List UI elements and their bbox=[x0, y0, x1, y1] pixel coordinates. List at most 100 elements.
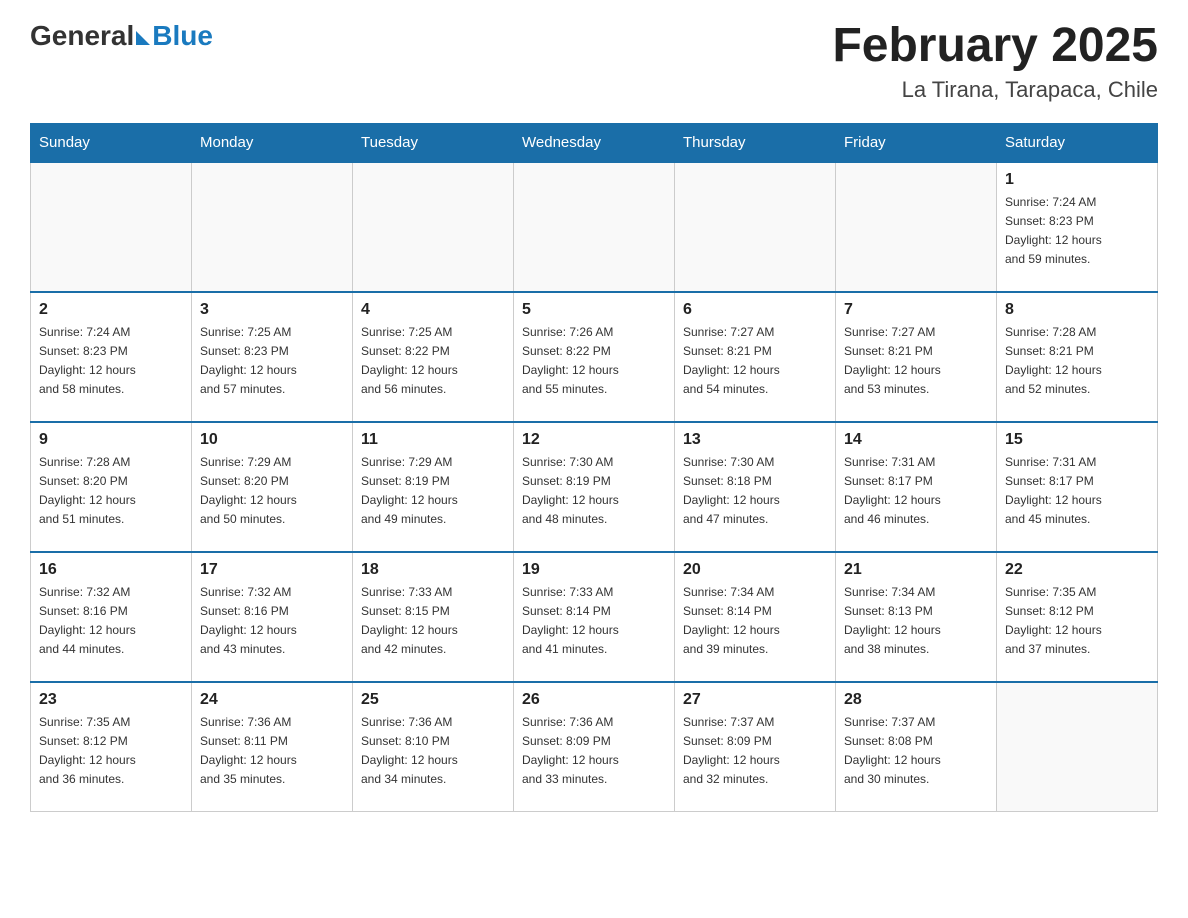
calendar-cell bbox=[997, 682, 1158, 812]
calendar-cell: 20 Sunrise: 7:34 AMSunset: 8:14 PMDayligh… bbox=[675, 552, 836, 682]
day-number: 8 bbox=[1005, 301, 1149, 319]
day-info: Sunrise: 7:33 AMSunset: 8:15 PMDaylight:… bbox=[361, 583, 505, 660]
day-info: Sunrise: 7:33 AMSunset: 8:14 PMDaylight:… bbox=[522, 583, 666, 660]
calendar-cell: 18 Sunrise: 7:33 AMSunset: 8:15 PMDayligh… bbox=[353, 552, 514, 682]
title-section: February 2025 La Tirana, Tarapaca, Chile bbox=[832, 20, 1158, 103]
day-number: 2 bbox=[39, 301, 183, 319]
day-info: Sunrise: 7:30 AMSunset: 8:19 PMDaylight:… bbox=[522, 453, 666, 530]
calendar-cell bbox=[353, 162, 514, 292]
calendar-cell: 2 Sunrise: 7:24 AMSunset: 8:23 PMDaylight… bbox=[31, 292, 192, 422]
day-number: 16 bbox=[39, 561, 183, 579]
day-number: 21 bbox=[844, 561, 988, 579]
calendar-cell: 12 Sunrise: 7:30 AMSunset: 8:19 PMDayligh… bbox=[514, 422, 675, 552]
day-number: 15 bbox=[1005, 431, 1149, 449]
day-info: Sunrise: 7:28 AMSunset: 8:21 PMDaylight:… bbox=[1005, 323, 1149, 400]
day-info: Sunrise: 7:35 AMSunset: 8:12 PMDaylight:… bbox=[39, 713, 183, 790]
calendar-cell: 13 Sunrise: 7:30 AMSunset: 8:18 PMDayligh… bbox=[675, 422, 836, 552]
week-row-1: 1 Sunrise: 7:24 AMSunset: 8:23 PMDaylight… bbox=[31, 162, 1158, 292]
day-header-friday: Friday bbox=[836, 123, 997, 162]
calendar-cell: 25 Sunrise: 7:36 AMSunset: 8:10 PMDayligh… bbox=[353, 682, 514, 812]
day-number: 5 bbox=[522, 301, 666, 319]
day-number: 19 bbox=[522, 561, 666, 579]
calendar-cell: 14 Sunrise: 7:31 AMSunset: 8:17 PMDayligh… bbox=[836, 422, 997, 552]
calendar-cell: 11 Sunrise: 7:29 AMSunset: 8:19 PMDayligh… bbox=[353, 422, 514, 552]
day-info: Sunrise: 7:25 AMSunset: 8:23 PMDaylight:… bbox=[200, 323, 344, 400]
calendar-cell bbox=[514, 162, 675, 292]
logo: General Blue bbox=[30, 20, 213, 52]
day-info: Sunrise: 7:31 AMSunset: 8:17 PMDaylight:… bbox=[844, 453, 988, 530]
logo-general-text: General bbox=[30, 20, 134, 52]
day-info: Sunrise: 7:29 AMSunset: 8:19 PMDaylight:… bbox=[361, 453, 505, 530]
calendar-cell: 1 Sunrise: 7:24 AMSunset: 8:23 PMDaylight… bbox=[997, 162, 1158, 292]
day-number: 24 bbox=[200, 691, 344, 709]
day-number: 12 bbox=[522, 431, 666, 449]
week-row-4: 16 Sunrise: 7:32 AMSunset: 8:16 PMDayligh… bbox=[31, 552, 1158, 682]
day-info: Sunrise: 7:24 AMSunset: 8:23 PMDaylight:… bbox=[1005, 193, 1149, 270]
calendar-cell: 16Sunrise: 7:32 AMSunset: 8:16 PMDayligh… bbox=[31, 552, 192, 682]
day-header-saturday: Saturday bbox=[997, 123, 1158, 162]
day-info: Sunrise: 7:27 AMSunset: 8:21 PMDaylight:… bbox=[683, 323, 827, 400]
calendar-cell bbox=[31, 162, 192, 292]
calendar-cell: 17 Sunrise: 7:32 AMSunset: 8:16 PMDayligh… bbox=[192, 552, 353, 682]
day-number: 28 bbox=[844, 691, 988, 709]
calendar-cell: 27 Sunrise: 7:37 AMSunset: 8:09 PMDayligh… bbox=[675, 682, 836, 812]
day-number: 25 bbox=[361, 691, 505, 709]
calendar-cell: 28 Sunrise: 7:37 AMSunset: 8:08 PMDayligh… bbox=[836, 682, 997, 812]
day-number: 13 bbox=[683, 431, 827, 449]
day-header-monday: Monday bbox=[192, 123, 353, 162]
location-title: La Tirana, Tarapaca, Chile bbox=[832, 77, 1158, 103]
day-info: Sunrise: 7:25 AMSunset: 8:22 PMDaylight:… bbox=[361, 323, 505, 400]
calendar-cell: 5 Sunrise: 7:26 AMSunset: 8:22 PMDaylight… bbox=[514, 292, 675, 422]
day-info: Sunrise: 7:34 AMSunset: 8:13 PMDaylight:… bbox=[844, 583, 988, 660]
day-info: Sunrise: 7:36 AMSunset: 8:10 PMDaylight:… bbox=[361, 713, 505, 790]
day-info: Sunrise: 7:31 AMSunset: 8:17 PMDaylight:… bbox=[1005, 453, 1149, 530]
day-header-wednesday: Wednesday bbox=[514, 123, 675, 162]
day-header-sunday: Sunday bbox=[31, 123, 192, 162]
day-header-tuesday: Tuesday bbox=[353, 123, 514, 162]
calendar-cell: 15 Sunrise: 7:31 AMSunset: 8:17 PMDayligh… bbox=[997, 422, 1158, 552]
day-number: 18 bbox=[361, 561, 505, 579]
calendar-table: SundayMondayTuesdayWednesdayThursdayFrid… bbox=[30, 123, 1158, 813]
day-info: Sunrise: 7:28 AMSunset: 8:20 PMDaylight:… bbox=[39, 453, 183, 530]
day-info: Sunrise: 7:24 AMSunset: 8:23 PMDaylight:… bbox=[39, 323, 183, 400]
calendar-cell: 23 Sunrise: 7:35 AMSunset: 8:12 PMDayligh… bbox=[31, 682, 192, 812]
day-number: 23 bbox=[39, 691, 183, 709]
month-title: February 2025 bbox=[832, 20, 1158, 73]
day-info: Sunrise: 7:26 AMSunset: 8:22 PMDaylight:… bbox=[522, 323, 666, 400]
day-info: Sunrise: 7:37 AMSunset: 8:09 PMDaylight:… bbox=[683, 713, 827, 790]
calendar-cell: 21 Sunrise: 7:34 AMSunset: 8:13 PMDayligh… bbox=[836, 552, 997, 682]
calendar-cell: 4 Sunrise: 7:25 AMSunset: 8:22 PMDaylight… bbox=[353, 292, 514, 422]
day-number: 4 bbox=[361, 301, 505, 319]
calendar-cell: 24 Sunrise: 7:36 AMSunset: 8:11 PMDayligh… bbox=[192, 682, 353, 812]
day-info: Sunrise: 7:36 AMSunset: 8:09 PMDaylight:… bbox=[522, 713, 666, 790]
calendar-cell bbox=[192, 162, 353, 292]
calendar-cell: 7Sunrise: 7:27 AMSunset: 8:21 PMDaylight… bbox=[836, 292, 997, 422]
page-header: General Blue February 2025 La Tirana, Ta… bbox=[30, 20, 1158, 103]
day-info: Sunrise: 7:32 AMSunset: 8:16 PMDaylight:… bbox=[200, 583, 344, 660]
day-number: 20 bbox=[683, 561, 827, 579]
day-info: Sunrise: 7:27 AMSunset: 8:21 PMDaylight:… bbox=[844, 323, 988, 400]
calendar-cell: 6Sunrise: 7:27 AMSunset: 8:21 PMDaylight… bbox=[675, 292, 836, 422]
week-row-2: 2 Sunrise: 7:24 AMSunset: 8:23 PMDaylight… bbox=[31, 292, 1158, 422]
day-info: Sunrise: 7:34 AMSunset: 8:14 PMDaylight:… bbox=[683, 583, 827, 660]
day-info: Sunrise: 7:37 AMSunset: 8:08 PMDaylight:… bbox=[844, 713, 988, 790]
calendar-cell: 26 Sunrise: 7:36 AMSunset: 8:09 PMDayligh… bbox=[514, 682, 675, 812]
day-number: 17 bbox=[200, 561, 344, 579]
day-number: 1 bbox=[1005, 171, 1149, 189]
day-info: Sunrise: 7:30 AMSunset: 8:18 PMDaylight:… bbox=[683, 453, 827, 530]
week-row-3: 9 Sunrise: 7:28 AMSunset: 8:20 PMDaylight… bbox=[31, 422, 1158, 552]
logo-arrow-icon bbox=[136, 31, 150, 45]
day-number: 14 bbox=[844, 431, 988, 449]
day-info: Sunrise: 7:35 AMSunset: 8:12 PMDaylight:… bbox=[1005, 583, 1149, 660]
calendar-cell: 10Sunrise: 7:29 AMSunset: 8:20 PMDayligh… bbox=[192, 422, 353, 552]
day-info: Sunrise: 7:36 AMSunset: 8:11 PMDaylight:… bbox=[200, 713, 344, 790]
day-number: 9 bbox=[39, 431, 183, 449]
calendar-cell: 19 Sunrise: 7:33 AMSunset: 8:14 PMDayligh… bbox=[514, 552, 675, 682]
day-number: 27 bbox=[683, 691, 827, 709]
logo-blue-text: Blue bbox=[152, 20, 213, 52]
day-number: 22 bbox=[1005, 561, 1149, 579]
day-header-thursday: Thursday bbox=[675, 123, 836, 162]
day-number: 11 bbox=[361, 431, 505, 449]
calendar-header-row: SundayMondayTuesdayWednesdayThursdayFrid… bbox=[31, 123, 1158, 162]
day-number: 26 bbox=[522, 691, 666, 709]
